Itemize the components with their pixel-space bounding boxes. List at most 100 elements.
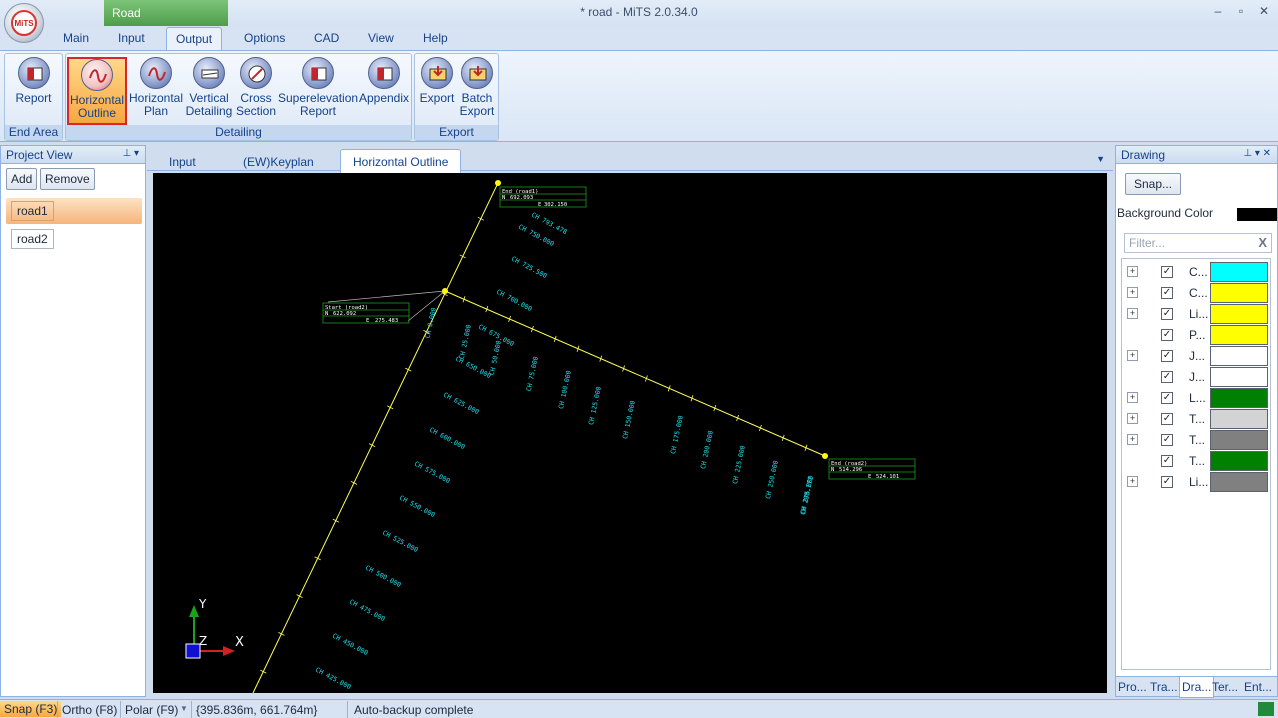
road2-start-node[interactable] (442, 288, 448, 294)
tab-input[interactable]: Input (118, 31, 145, 45)
project-item-road1[interactable]: road1 (11, 201, 54, 221)
layer-color-swatch[interactable] (1210, 451, 1268, 471)
layer-visible-checkbox[interactable]: ✓ (1161, 392, 1173, 404)
status-message: Auto-backup complete (354, 703, 474, 717)
layer-row[interactable]: ✓ T... (1122, 451, 1270, 472)
layer-color-swatch[interactable] (1210, 388, 1268, 408)
layer-filter-input[interactable]: Filter... X (1124, 233, 1272, 253)
cad-canvas[interactable]: End (road1) N 692.093 E 302.150 Start (r… (153, 173, 1107, 693)
layer-visible-checkbox[interactable]: ✓ (1161, 308, 1173, 320)
bottom-tab-terrain[interactable]: Ter... (1212, 680, 1238, 694)
axis-x-label: X (235, 635, 244, 650)
layer-color-swatch[interactable] (1210, 346, 1268, 366)
tab-options[interactable]: Options (244, 31, 285, 45)
cross-section-button[interactable]: Cross Section (234, 57, 278, 125)
road1-chainage-label: CH 500.000 (364, 564, 402, 589)
bottom-tab-project[interactable]: Pro... (1118, 680, 1147, 694)
layer-visible-checkbox[interactable]: ✓ (1161, 455, 1173, 467)
road2-end-node[interactable] (822, 453, 828, 459)
road2-end-n-value: 514.296 (839, 467, 862, 473)
snap-toggle[interactable]: Snap (F3) (0, 701, 62, 717)
report-button[interactable]: Report (7, 57, 60, 125)
clear-filter-icon[interactable]: X (1258, 235, 1267, 250)
tab-list-chevron-icon[interactable]: ▼ (1096, 154, 1105, 164)
layer-name: T... (1189, 454, 1206, 468)
road1-end-node[interactable] (495, 180, 501, 186)
road1-end-n-value: 692.093 (510, 195, 533, 201)
expand-icon[interactable]: + (1127, 308, 1138, 319)
superelevation-report-button[interactable]: Superelevation Report (278, 57, 358, 125)
bottom-tab-drawing[interactable]: Dra... (1179, 677, 1215, 698)
expand-icon[interactable]: + (1127, 476, 1138, 487)
layer-visible-checkbox[interactable]: ✓ (1161, 350, 1173, 362)
tab-view[interactable]: View (368, 31, 394, 45)
layer-row[interactable]: + ✓ T... (1122, 430, 1270, 451)
add-button[interactable]: Add (6, 168, 38, 190)
group-label-detailing: Detailing (66, 125, 411, 140)
batch-export-button[interactable]: Batch Export (457, 57, 497, 125)
expand-icon[interactable]: + (1127, 413, 1138, 424)
layer-color-swatch[interactable] (1210, 430, 1268, 450)
layer-row[interactable]: + ✓ L... (1122, 388, 1270, 409)
minimize-button[interactable]: – (1208, 4, 1228, 20)
layer-visible-checkbox[interactable]: ✓ (1161, 329, 1173, 341)
layer-visible-checkbox[interactable]: ✓ (1161, 371, 1173, 383)
horizontal-plan-button[interactable]: Horizontal Plan (128, 57, 184, 125)
export-button[interactable]: Export (417, 57, 457, 125)
expand-icon[interactable]: + (1127, 434, 1138, 445)
project-item-road2[interactable]: road2 (11, 229, 54, 249)
layer-row[interactable]: + ✓ J... (1122, 346, 1270, 367)
tab-main[interactable]: Main (63, 31, 89, 45)
batch-export-icon (461, 57, 493, 89)
bottom-tab-entities[interactable]: Ent... (1244, 680, 1272, 694)
cross-section-label-2: Section (235, 104, 277, 118)
layer-row[interactable]: + ✓ C... (1122, 262, 1270, 283)
layer-row[interactable]: ✓ J... (1122, 367, 1270, 388)
pin-close-icons[interactable]: ⊥ ▾ ✕ (1243, 148, 1271, 159)
layer-row[interactable]: + ✓ Li... (1122, 472, 1270, 493)
layer-row[interactable]: ✓ P... (1122, 325, 1270, 346)
layer-color-swatch[interactable] (1210, 472, 1268, 492)
layer-visible-checkbox[interactable]: ✓ (1161, 434, 1173, 446)
polar-dropdown-icon[interactable]: ▼ (180, 704, 188, 713)
layer-color-swatch[interactable] (1210, 409, 1268, 429)
close-button[interactable]: ✕ (1254, 4, 1274, 20)
layer-color-swatch[interactable] (1210, 262, 1268, 282)
background-color-swatch[interactable] (1237, 208, 1277, 221)
layer-visible-checkbox[interactable]: ✓ (1161, 476, 1173, 488)
layer-visible-checkbox[interactable]: ✓ (1161, 413, 1173, 425)
expand-icon[interactable]: + (1127, 392, 1138, 403)
road2-chainage-label: CH 100.000 (557, 370, 573, 410)
vertical-detailing-button[interactable]: Vertical Detailing (184, 57, 234, 125)
expand-icon[interactable]: + (1127, 350, 1138, 361)
doc-tab-horizontal-outline[interactable]: Horizontal Outline (340, 149, 462, 174)
snap-settings-button[interactable]: Snap... (1125, 173, 1181, 195)
layer-visible-checkbox[interactable]: ✓ (1161, 287, 1173, 299)
tab-output[interactable]: Output (166, 27, 223, 50)
remove-button[interactable]: Remove (40, 168, 95, 190)
pin-icon[interactable]: ⊥ ▾ (122, 148, 139, 159)
tab-help[interactable]: Help (423, 31, 448, 45)
layer-color-swatch[interactable] (1210, 325, 1268, 345)
bottom-tab-traverse[interactable]: Tra... (1150, 680, 1178, 694)
doc-tab-ew-keyplan[interactable]: (EW)Keyplan (243, 155, 314, 169)
expand-icon[interactable]: + (1127, 266, 1138, 277)
tab-cad[interactable]: CAD (314, 31, 339, 45)
appendix-button[interactable]: Appendix (358, 57, 410, 125)
doc-tab-input[interactable]: Input (169, 155, 196, 169)
layer-color-swatch[interactable] (1210, 367, 1268, 387)
layer-row[interactable]: + ✓ T... (1122, 409, 1270, 430)
maximize-button[interactable]: ▫ (1231, 4, 1251, 20)
layer-row[interactable]: + ✓ C... (1122, 283, 1270, 304)
layer-color-swatch[interactable] (1210, 283, 1268, 303)
road2-chainage-label: CH 225.000 (731, 445, 747, 485)
layer-row[interactable]: + ✓ Li... (1122, 304, 1270, 325)
app-menu-button[interactable]: MiTS (4, 3, 44, 43)
polar-toggle[interactable]: Polar (F9) (121, 702, 182, 718)
layer-visible-checkbox[interactable]: ✓ (1161, 266, 1173, 278)
road2-start-box: Start (road2) N 622.092 E 275.483 (322, 302, 410, 324)
horizontal-outline-button[interactable]: Horizontal Outline (67, 57, 127, 125)
expand-icon[interactable]: + (1127, 287, 1138, 298)
layer-color-swatch[interactable] (1210, 304, 1268, 324)
ortho-toggle[interactable]: Ortho (F8) (58, 702, 121, 718)
